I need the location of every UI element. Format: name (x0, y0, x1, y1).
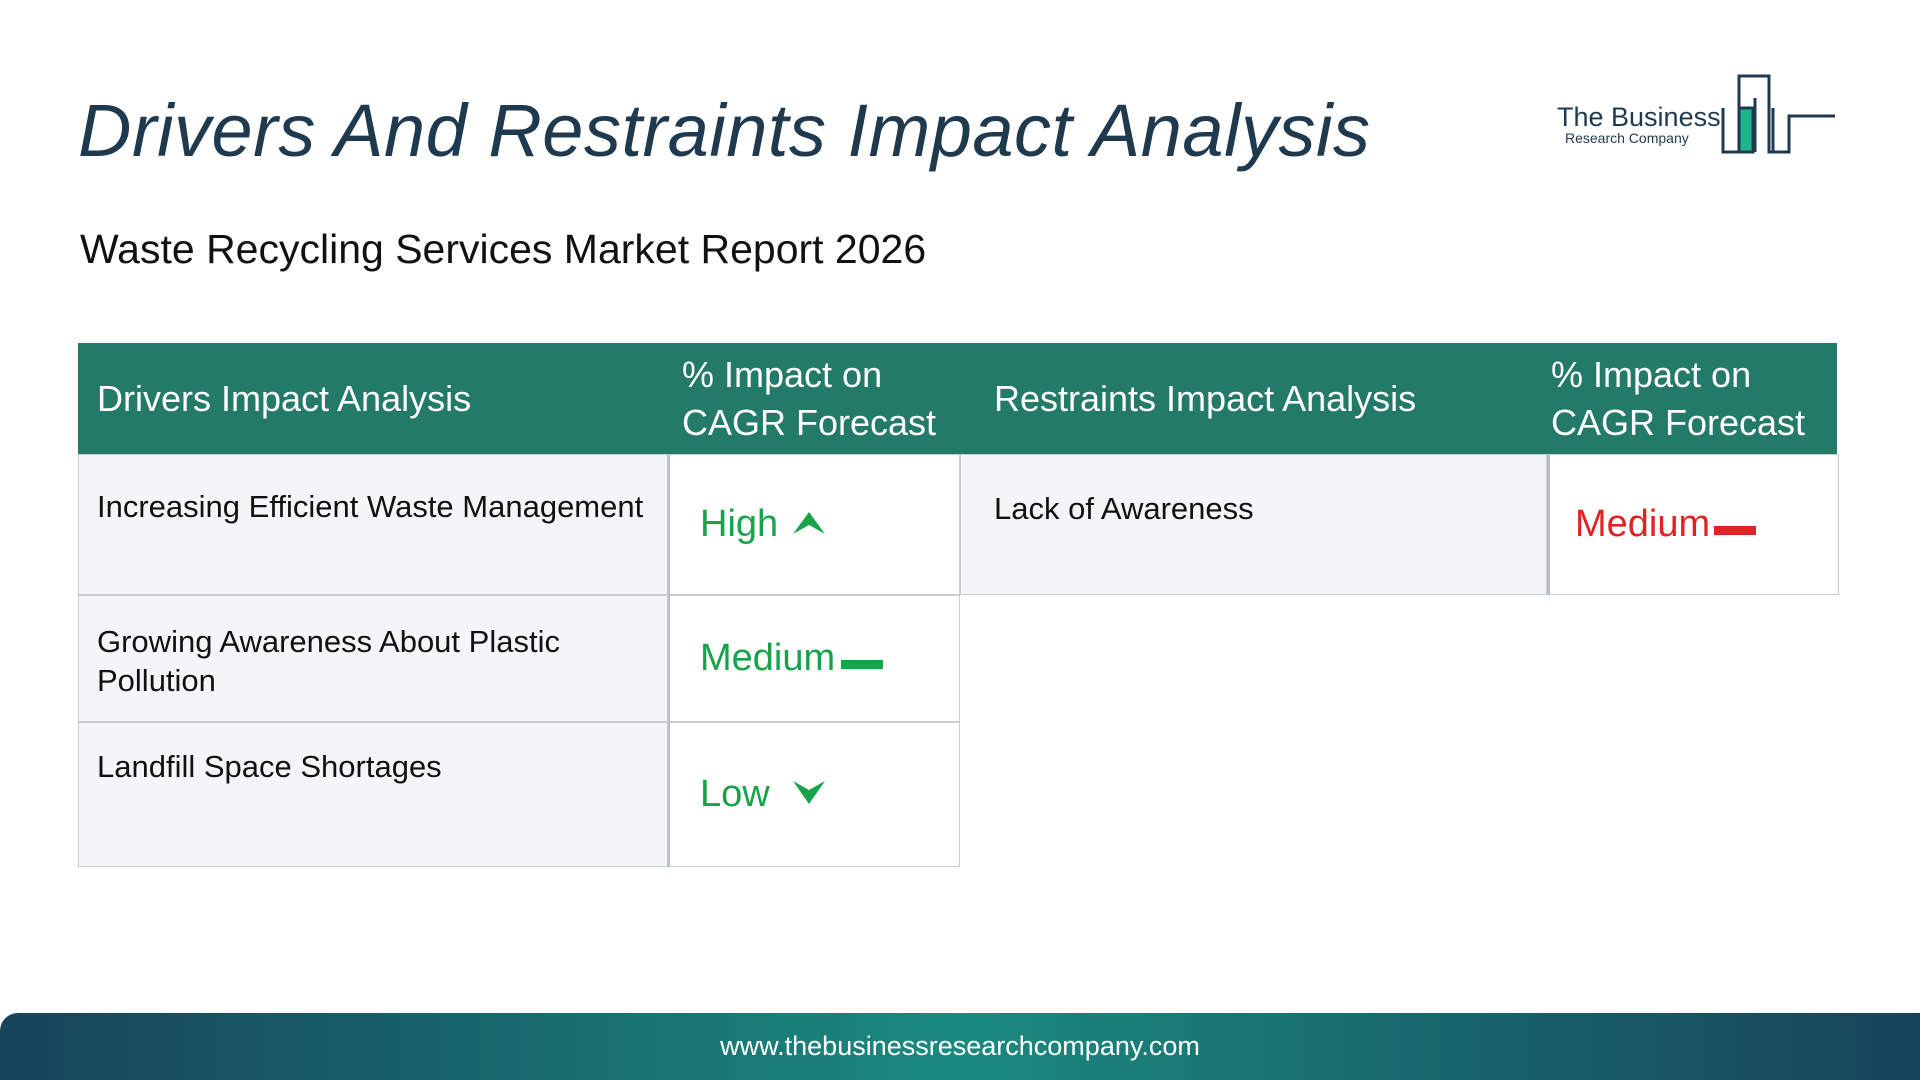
impact-level: Medium (1575, 503, 1711, 545)
driver-impact-cell: Low (668, 722, 960, 867)
restraints-column-header: Restraints Impact Analysis (994, 377, 1417, 419)
arrow-up-icon (792, 503, 826, 546)
footer-bar: www.thebusinessresearchcompany.com (0, 1013, 1920, 1080)
restraint-impact-column-header: % Impact on CAGR Forecast (1551, 343, 1831, 454)
impact-level: High (700, 503, 779, 545)
arrow-down-icon (792, 773, 826, 816)
impact-level: Low (700, 773, 770, 815)
impact-header-line2: CAGR Forecast (1551, 401, 1806, 443)
company-logo: The Business Research Company (1553, 68, 1836, 156)
website-link[interactable]: www.thebusinessresearchcompany.com (720, 1031, 1200, 1062)
impact-header-line1: % Impact on (682, 353, 883, 395)
restraint-impact-cell: Medium (1547, 454, 1839, 595)
logo-text-main: The Business (1557, 102, 1721, 132)
table-row: Increasing Efficient Waste Management Hi… (78, 454, 960, 595)
impact-header-line2: CAGR Forecast (682, 401, 937, 443)
driver-impact-cell: High (668, 454, 960, 595)
dash-icon (1714, 503, 1757, 546)
driver-label: Growing Awareness About Plastic Pollutio… (78, 595, 668, 722)
driver-label: Increasing Efficient Waste Management (78, 454, 668, 595)
drivers-column-header: Drivers Impact Analysis (97, 377, 472, 419)
dash-icon (841, 637, 884, 680)
driver-impact-column-header: % Impact on CAGR Forecast (682, 343, 962, 454)
table-row: Landfill Space Shortages Low (78, 722, 960, 867)
table-row: Growing Awareness About Plastic Pollutio… (78, 595, 960, 722)
logo-text-sub: Research Company (1565, 130, 1689, 146)
report-subtitle: Waste Recycling Services Market Report 2… (80, 226, 927, 272)
impact-header-line1: % Impact on (1551, 353, 1752, 395)
impact-level: Medium (700, 637, 836, 679)
driver-label: Landfill Space Shortages (78, 722, 668, 867)
restraint-label: Lack of Awareness (960, 454, 1547, 595)
driver-impact-cell: Medium (668, 595, 960, 722)
table-row: Lack of Awareness Medium (960, 454, 1839, 595)
table-header: Drivers Impact Analysis % Impact on CAGR … (78, 343, 1837, 454)
page-title: Drivers And Restraints Impact Analysis (78, 89, 1371, 172)
